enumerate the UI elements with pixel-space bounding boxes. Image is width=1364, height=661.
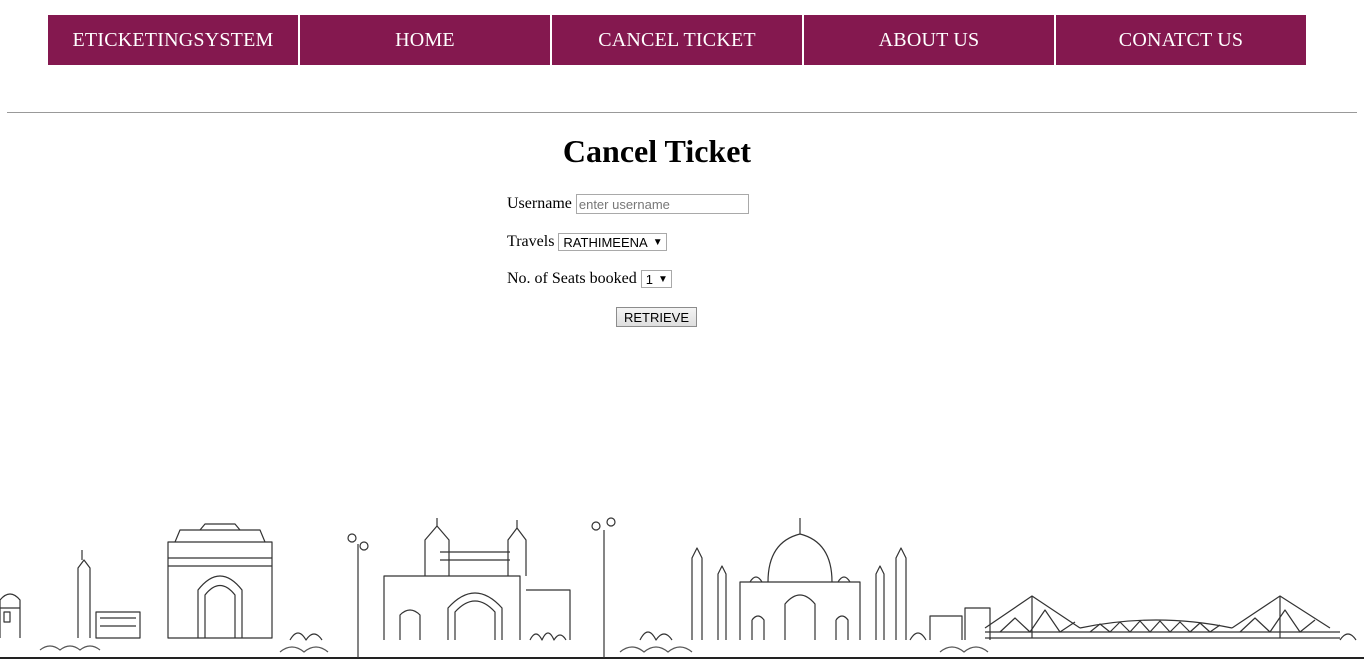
retrieve-button[interactable]: RETRIEVE <box>616 307 698 327</box>
seats-selected-value: 1 <box>645 271 653 287</box>
travels-selected-value: RATHIMEENA <box>563 234 648 250</box>
username-label: Username <box>507 195 572 212</box>
page: ETICKETINGSYSTEM HOME CANCEL TICKET ABOU… <box>0 0 1364 661</box>
top-nav: ETICKETINGSYSTEM HOME CANCEL TICKET ABOU… <box>48 15 1306 65</box>
nav-cancel-ticket[interactable]: CANCEL TICKET <box>552 15 802 65</box>
nav-contact-us[interactable]: CONATCT US <box>1056 15 1306 65</box>
nav-brand[interactable]: ETICKETINGSYSTEM <box>48 15 298 65</box>
seats-row: No. of Seats booked 1 ▼ <box>507 267 672 291</box>
page-title: Cancel Ticket <box>562 133 752 169</box>
travels-row: Travels RATHIMEENA ▼ <box>507 230 667 254</box>
caret-down-icon: ▼ <box>652 236 663 248</box>
nav-about-us[interactable]: ABOUT US <box>804 15 1054 65</box>
divider <box>7 112 1357 113</box>
seats-select[interactable]: 1 ▼ <box>640 270 672 288</box>
travels-label: Travels <box>507 233 555 250</box>
seats-label: No. of Seats booked <box>507 270 637 287</box>
nav-home[interactable]: HOME <box>300 15 550 65</box>
travels-select[interactable]: RATHIMEENA ▼ <box>558 233 667 251</box>
username-row: Username <box>507 192 749 216</box>
username-input[interactable] <box>575 194 749 214</box>
city-skyline-illustration <box>0 517 1364 659</box>
caret-down-icon: ▼ <box>658 273 668 285</box>
